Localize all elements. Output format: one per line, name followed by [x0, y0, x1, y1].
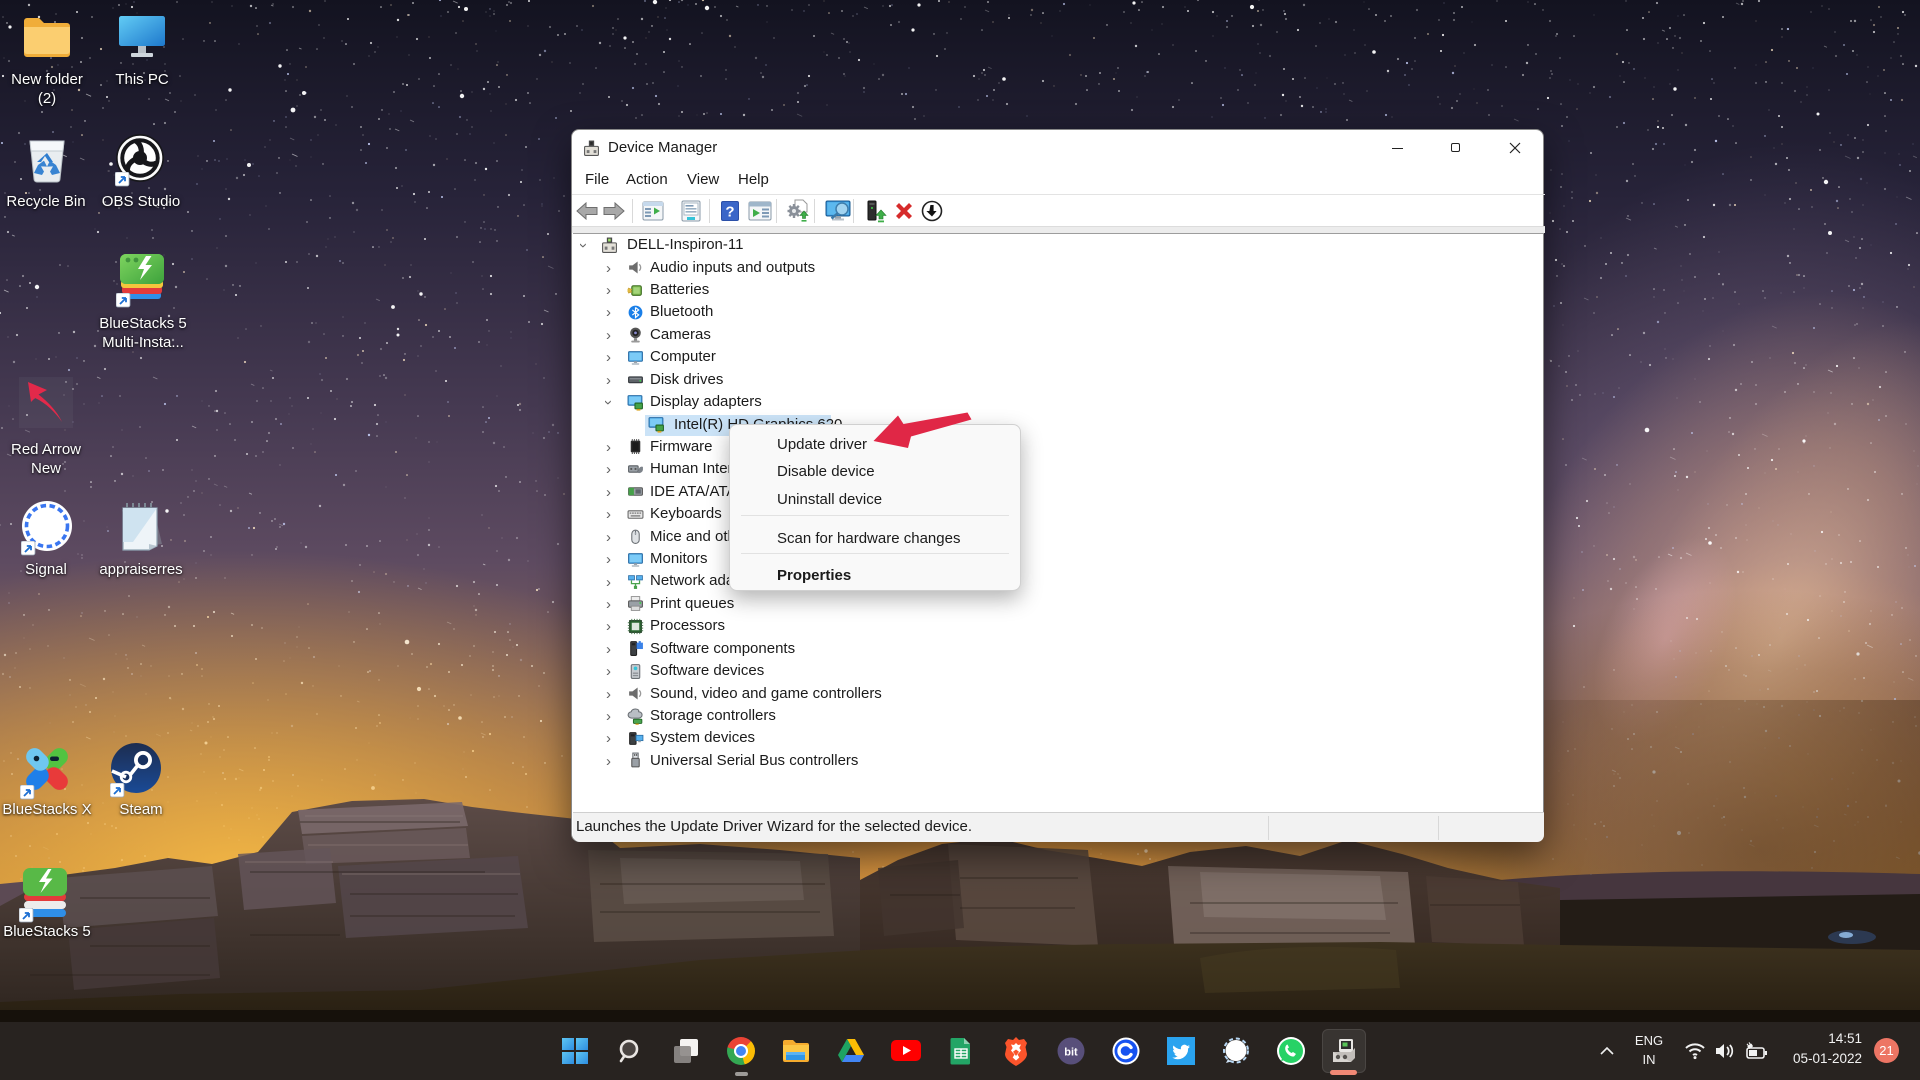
- svg-text:bit: bit: [1064, 1047, 1078, 1059]
- svg-text:?: ?: [725, 204, 734, 221]
